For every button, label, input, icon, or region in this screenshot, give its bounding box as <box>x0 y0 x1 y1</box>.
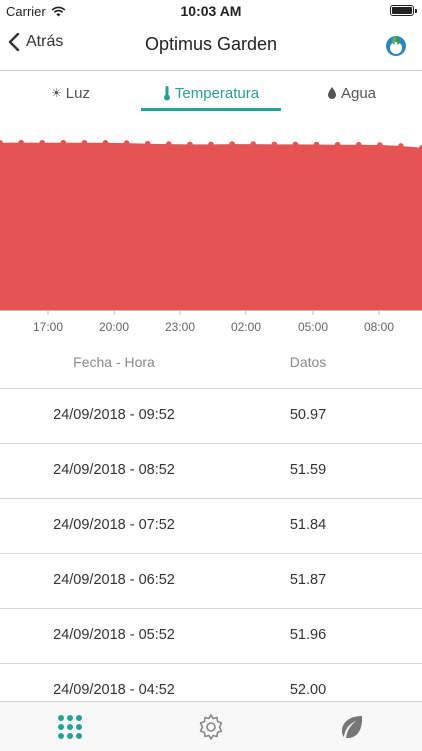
chart-point <box>18 139 24 146</box>
chart-point <box>81 139 88 146</box>
table-row[interactable]: 24/09/2018 - 09:52 50.97 <box>0 389 422 444</box>
tab-agua[interactable]: Agua <box>281 71 422 115</box>
back-label: Atrás <box>26 33 64 50</box>
chart-point <box>166 141 172 147</box>
water-drop-icon <box>327 87 336 99</box>
row-datetime: 24/09/2018 - 05:52 <box>53 627 175 643</box>
chevron-left-icon <box>8 33 20 51</box>
row-datetime: 24/09/2018 - 09:52 <box>53 407 175 423</box>
header-datetime: Fecha - Hora <box>73 354 155 370</box>
row-datetime: 24/09/2018 - 07:52 <box>53 517 175 533</box>
x-tick-label: 02:00 <box>231 320 261 334</box>
status-time: 10:03 AM <box>180 3 242 19</box>
table-header: Fecha - Hora Datos <box>0 344 422 389</box>
chart-point <box>208 141 214 148</box>
segment-tabs: ☀ Luz Temperatura Agua <box>0 71 422 115</box>
leaf-icon[interactable] <box>338 713 366 741</box>
chart-point <box>292 141 299 148</box>
tab-agua-label: Agua <box>340 84 377 102</box>
x-tick-label: 08:00 <box>364 320 394 334</box>
row-value: 51.59 <box>289 462 327 478</box>
chart-point <box>250 141 256 147</box>
chart-point <box>102 139 109 146</box>
battery-icon <box>390 5 417 16</box>
row-datetime: 24/09/2018 - 08:52 <box>53 462 175 478</box>
bottom-tab-bar <box>0 701 422 751</box>
row-value: 51.84 <box>289 517 327 533</box>
grid-icon[interactable] <box>56 713 84 741</box>
row-value: 52.00 <box>289 682 327 698</box>
table-row[interactable]: 24/09/2018 - 06:52 51.87 <box>0 554 422 609</box>
app-logo-icon[interactable] <box>384 33 408 57</box>
table-row[interactable]: 24/09/2018 - 05:52 51.96 <box>0 609 422 664</box>
chart-point <box>271 141 278 148</box>
tab-luz-label: Luz <box>65 84 90 102</box>
x-tick-label: 17:00 <box>33 320 63 334</box>
chart-point <box>313 141 320 148</box>
chart-point <box>187 141 193 148</box>
data-table: 24/09/2018 - 09:52 50.97 24/09/2018 - 08… <box>0 389 422 719</box>
chart-point <box>229 141 235 147</box>
tab-temperatura-label: Temperatura <box>174 84 260 102</box>
row-datetime: 24/09/2018 - 06:52 <box>53 572 175 588</box>
row-value: 51.87 <box>289 572 327 588</box>
chart-area <box>0 142 422 310</box>
chart-point <box>377 142 383 148</box>
chart-point <box>123 140 130 146</box>
active-tab-indicator <box>141 108 281 111</box>
chart-point <box>39 139 45 146</box>
temperature-chart: 17:00 20:00 23:00 02:00 05:00 08:00 <box>0 139 422 334</box>
x-tick-label: 20:00 <box>99 320 129 334</box>
chart-point <box>334 141 341 148</box>
chart-point <box>144 140 151 147</box>
sun-icon: ☀ <box>51 86 62 100</box>
table-row[interactable]: 24/09/2018 - 08:52 51.59 <box>0 444 422 499</box>
header-data: Datos <box>289 354 327 370</box>
status-bar: Carrier 10:03 AM <box>0 0 422 22</box>
x-tick-label: 05:00 <box>298 320 328 334</box>
gear-icon[interactable] <box>197 713 225 741</box>
table-row[interactable]: 24/09/2018 - 07:52 51.84 <box>0 499 422 554</box>
chart-point <box>355 141 362 148</box>
row-datetime: 24/09/2018 - 04:52 <box>53 682 175 698</box>
row-value: 51.96 <box>289 627 327 643</box>
chart-point <box>60 139 67 146</box>
thermometer-icon <box>163 86 170 101</box>
chart-point <box>398 143 404 149</box>
nav-bar: Atrás Optimus Garden <box>0 22 422 71</box>
tab-luz[interactable]: ☀ Luz <box>0 71 141 115</box>
x-tick-label: 23:00 <box>165 320 195 334</box>
back-button[interactable]: Atrás <box>8 33 63 51</box>
row-value: 50.97 <box>289 407 327 423</box>
